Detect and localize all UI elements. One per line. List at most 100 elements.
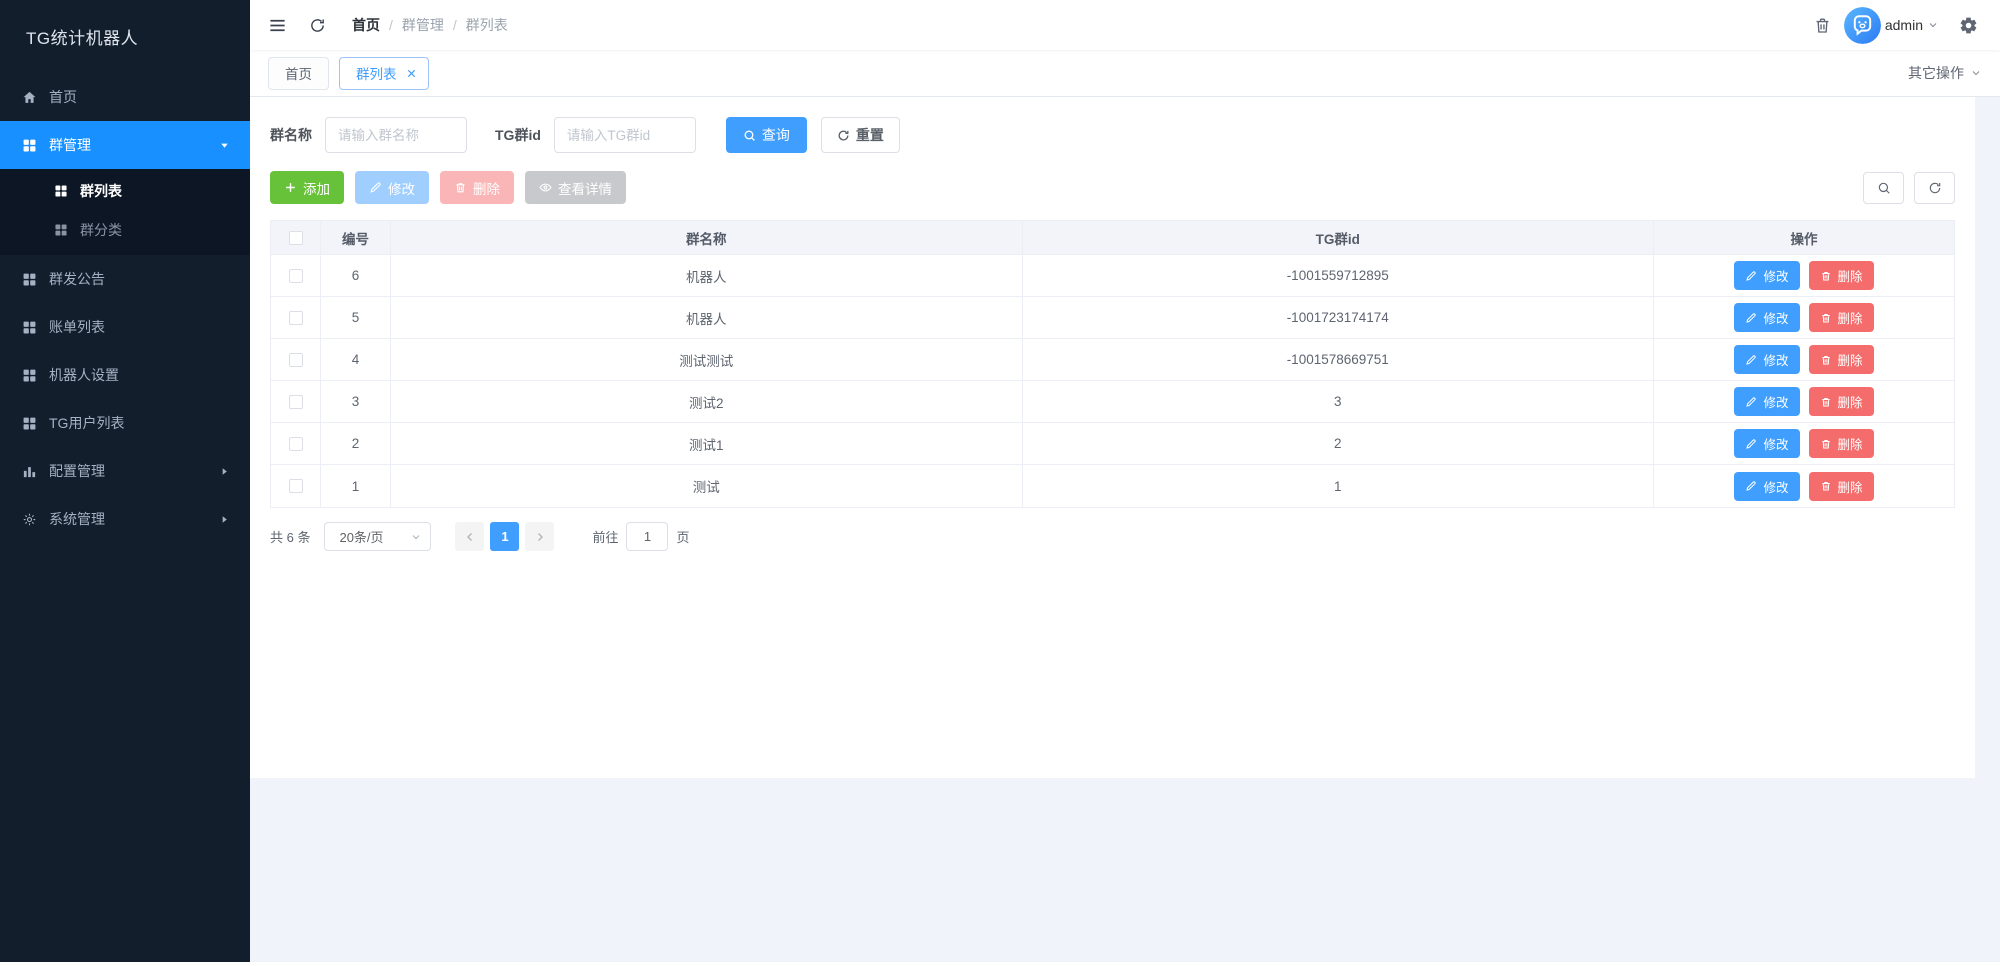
breadcrumb-group-management[interactable]: 群管理 (402, 15, 444, 35)
grid-icon (22, 320, 37, 335)
content-area: 群名称 TG群id 查询 重置 (250, 97, 2000, 966)
row-checkbox[interactable] (288, 436, 303, 451)
sidebar-item-label: 群发公告 (49, 271, 105, 287)
row-checkbox[interactable] (288, 479, 303, 493)
reset-button[interactable]: 重置 (820, 117, 900, 153)
breadcrumb-group-list: 群列表 (465, 17, 508, 33)
tg-group-id-label: TG群id (495, 127, 541, 143)
sidebar-item-home[interactable]: 首页 (0, 73, 250, 121)
sidebar-item-tg-user-list[interactable]: TG用户列表 (0, 399, 250, 447)
sidebar-item-group-list[interactable]: 群列表 (0, 171, 250, 210)
row-delete-button[interactable]: 删除 (1808, 429, 1874, 458)
page-size-select[interactable]: 20条/页 (324, 522, 432, 551)
row-name: 测试 (391, 465, 1023, 507)
chevron-down-icon (1927, 19, 1939, 31)
goto-page-input[interactable] (626, 522, 669, 551)
row-edit-button[interactable]: 修改 (1734, 303, 1800, 332)
breadcrumb-separator: / (389, 17, 393, 33)
sidebar-item-config-management[interactable]: 配置管理 (0, 447, 250, 495)
breadcrumb-home[interactable]: 首页 (352, 15, 380, 35)
sidebar-item-bill-list[interactable]: 账单列表 (0, 303, 250, 351)
row-delete-button[interactable]: 删除 (1808, 345, 1874, 374)
sidebar-item-label: TG用户列表 (49, 415, 125, 431)
sidebar: TG统计机器人 首页 群管理 群列表 群分类 群发公告 账单列表 机器人设置 T… (0, 0, 250, 966)
sidebar-item-label: 账单列表 (49, 319, 105, 335)
gear-icon (22, 512, 37, 527)
edit-button-disabled[interactable]: 修改 (355, 171, 429, 204)
plus-icon (284, 181, 297, 194)
group-table: 编号 群名称 TG群id 操作 6 机器人 -1001559712895 修改 … (270, 220, 1955, 508)
sidebar-item-group-category[interactable]: 群分类 (0, 210, 250, 249)
row-tgid: -1001578669751 (1022, 339, 1654, 381)
search-form: 群名称 TG群id 查询 重置 (270, 117, 1961, 153)
add-button[interactable]: 添加 (270, 171, 344, 204)
row-tgid: 3 (1022, 381, 1654, 423)
select-all-checkbox[interactable] (288, 230, 303, 245)
top-navbar: 首页 / 群管理 / 群列表 admin (250, 0, 2000, 50)
query-button[interactable]: 查询 (725, 117, 807, 153)
row-edit-button[interactable]: 修改 (1734, 261, 1800, 290)
user-menu[interactable]: admin (1843, 6, 1939, 44)
row-delete-button[interactable]: 删除 (1808, 387, 1874, 416)
row-delete-button[interactable]: 删除 (1808, 261, 1874, 290)
row-checkbox[interactable] (288, 394, 303, 409)
page-number-current[interactable]: 1 (490, 522, 520, 551)
row-delete-button[interactable]: 删除 (1808, 303, 1874, 332)
goto-label: 前往 (592, 530, 619, 545)
trash-icon (1820, 354, 1832, 366)
close-icon[interactable] (406, 68, 417, 79)
row-delete-button[interactable]: 删除 (1808, 471, 1874, 501)
row-edit-button[interactable]: 修改 (1734, 345, 1800, 374)
content-card: 群名称 TG群id 查询 重置 (250, 97, 1975, 778)
sidebar-item-system-management[interactable]: 系统管理 (0, 495, 250, 543)
show-search-button[interactable] (1863, 171, 1904, 204)
view-detail-button-disabled[interactable]: 查看详情 (525, 171, 626, 204)
trash-icon[interactable] (1813, 16, 1832, 35)
refresh-table-button[interactable] (1914, 171, 1955, 204)
avatar (1843, 6, 1881, 44)
row-checkbox[interactable] (288, 310, 303, 325)
sidebar-item-bot-settings[interactable]: 机器人设置 (0, 351, 250, 399)
sidebar-item-group-management[interactable]: 群管理 (0, 121, 250, 169)
row-edit-button[interactable]: 修改 (1734, 387, 1800, 416)
row-tgid: 2 (1022, 423, 1654, 465)
tg-group-id-input[interactable] (553, 117, 696, 153)
tab-group-list[interactable]: 群列表 (339, 56, 429, 90)
row-edit-button[interactable]: 修改 (1734, 429, 1800, 458)
chevron-right-icon (219, 466, 230, 477)
row-name: 测试2 (391, 381, 1023, 423)
column-header-id: 编号 (321, 221, 391, 255)
grid-icon (54, 223, 68, 237)
next-page-button[interactable] (525, 522, 555, 551)
row-checkbox[interactable] (288, 268, 303, 283)
sidebar-item-label: 首页 (49, 89, 77, 105)
row-id: 4 (321, 339, 391, 381)
main-area: 首页 / 群管理 / 群列表 admin 首页 群列表 其它操作 群名称 请输入… (250, 0, 2000, 966)
refresh-icon[interactable] (309, 17, 326, 34)
group-name-input[interactable] (325, 117, 467, 153)
trash-icon (1820, 270, 1832, 282)
row-name: 机器人 (391, 297, 1023, 339)
table-row: 2 测试1 2 修改 删除 (271, 423, 1954, 465)
trash-icon (1820, 438, 1832, 450)
row-tgid: -1001723174174 (1022, 297, 1654, 339)
sidebar-item-label: 配置管理 (49, 463, 105, 479)
home-icon (22, 90, 37, 105)
row-name: 机器人 (391, 255, 1023, 297)
tab-home[interactable]: 首页 (268, 56, 329, 90)
grid-icon (22, 272, 37, 287)
row-edit-button[interactable]: 修改 (1734, 471, 1800, 501)
row-checkbox[interactable] (288, 352, 303, 367)
sidebar-item-broadcast[interactable]: 群发公告 (0, 255, 250, 303)
other-actions-dropdown[interactable]: 其它操作 (1908, 63, 1982, 83)
eye-icon (539, 181, 552, 194)
table-row: 6 机器人 -1001559712895 修改 删除 (271, 255, 1954, 297)
hamburger-icon[interactable] (268, 16, 287, 35)
trash-icon (1820, 480, 1832, 492)
gear-icon[interactable] (1959, 16, 1978, 35)
trash-icon (454, 181, 467, 194)
edit-icon (1745, 396, 1757, 408)
delete-button-disabled[interactable]: 删除 (440, 171, 514, 204)
prev-page-button[interactable] (455, 522, 485, 551)
total-count-label: 共 6 条 (270, 530, 311, 545)
